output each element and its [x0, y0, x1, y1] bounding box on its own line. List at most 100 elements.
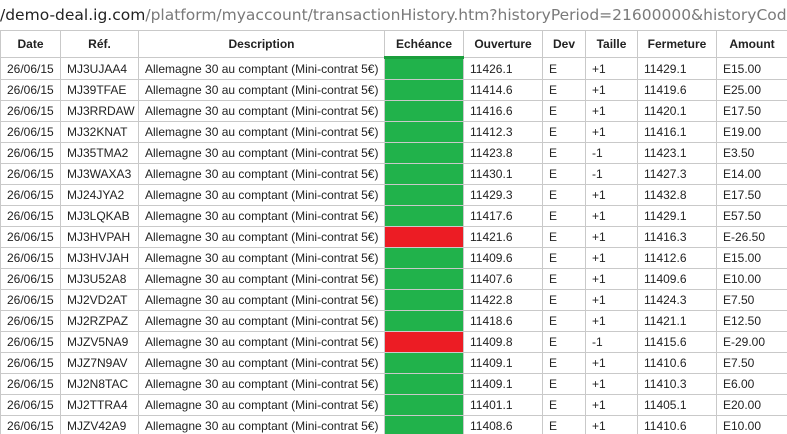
cell-ouverture: 11407.6: [463, 268, 543, 290]
cell-taille: +1: [585, 373, 638, 395]
cell-ouverture: 11408.6: [463, 415, 543, 434]
table-row[interactable]: 26/06/15 MJ2VD2AT Allemagne 30 au comptant…: [0, 289, 787, 311]
cell-fermeture: 11405.1: [637, 394, 717, 416]
cell-description: Allemagne 30 au comptant (Mini-contrat 5…: [138, 79, 385, 101]
cell-ref: MJ2N8TAC: [60, 373, 139, 395]
cell-fermeture: 11415.6: [637, 331, 717, 353]
cell-ref: MJ3U52A8: [60, 268, 139, 290]
cell-amount: E25.00: [716, 79, 787, 101]
cell-echeance-green-swatch: [384, 121, 464, 143]
column-header-taille[interactable]: Taille: [585, 30, 638, 58]
column-header-ref[interactable]: Réf.: [60, 30, 139, 58]
cell-taille: +1: [585, 57, 638, 80]
cell-fermeture: 11423.1: [637, 142, 717, 164]
cell-ouverture: 11426.1: [463, 57, 543, 80]
table-row[interactable]: 26/06/15 MJ2RZPAZ Allemagne 30 au comptant…: [0, 310, 787, 332]
cell-echeance-red-swatch: [384, 226, 464, 248]
cell-fermeture: 11429.1: [637, 205, 717, 227]
cell-amount: E20.00: [716, 394, 787, 416]
cell-dev: E: [542, 184, 586, 206]
cell-taille: +1: [585, 184, 638, 206]
table-row[interactable]: 26/06/15 MJZ7N9AV Allemagne 30 au comptant…: [0, 352, 787, 374]
cell-dev: E: [542, 100, 586, 122]
table-row[interactable]: 26/06/15 MJ2N8TAC Allemagne 30 au comptant…: [0, 373, 787, 395]
cell-echeance-green-swatch: [384, 394, 464, 416]
cell-date: 26/06/15: [0, 79, 61, 101]
cell-amount: E3.50: [716, 142, 787, 164]
cell-ref: MJ35TMA2: [60, 142, 139, 164]
table-row[interactable]: 26/06/15 MJ2TTRA4 Allemagne 30 au comptant…: [0, 394, 787, 416]
cell-fermeture: 11409.6: [637, 268, 717, 290]
cell-fermeture: 11412.6: [637, 247, 717, 269]
cell-dev: E: [542, 373, 586, 395]
cell-description: Allemagne 30 au comptant (Mini-contrat 5…: [138, 352, 385, 374]
table-row[interactable]: 26/06/15 MJ3WAXA3 Allemagne 30 au comptant…: [0, 163, 787, 185]
cell-fermeture: 11421.1: [637, 310, 717, 332]
cell-ouverture: 11416.6: [463, 100, 543, 122]
column-header-echeance[interactable]: Echéance: [384, 30, 464, 59]
cell-date: 26/06/15: [0, 226, 61, 248]
table-row[interactable]: 26/06/15 MJ3U52A8 Allemagne 30 au comptant…: [0, 268, 787, 290]
cell-ref: MJZV5NA9: [60, 331, 139, 353]
cell-echeance-green-swatch: [384, 289, 464, 311]
cell-taille: +1: [585, 79, 638, 101]
cell-fermeture: 11432.8: [637, 184, 717, 206]
column-header-ouverture[interactable]: Ouverture: [463, 30, 543, 58]
cell-description: Allemagne 30 au comptant (Mini-contrat 5…: [138, 163, 385, 185]
cell-taille: +1: [585, 226, 638, 248]
cell-dev: E: [542, 247, 586, 269]
cell-dev: E: [542, 268, 586, 290]
table-row[interactable]: 26/06/15 MJZV5NA9 Allemagne 30 au comptant…: [0, 331, 787, 353]
table-row[interactable]: 26/06/15 MJ3RRDAW Allemagne 30 au comptant…: [0, 100, 787, 122]
cell-date: 26/06/15: [0, 57, 61, 80]
table-row[interactable]: 26/06/15 MJ3LQKAB Allemagne 30 au comptant…: [0, 205, 787, 227]
column-header-description[interactable]: Description: [138, 30, 385, 58]
cell-date: 26/06/15: [0, 373, 61, 395]
cell-ref: MJ3RRDAW: [60, 100, 139, 122]
cell-ref: MJZ7N9AV: [60, 352, 139, 374]
cell-dev: E: [542, 79, 586, 101]
cell-taille: -1: [585, 331, 638, 353]
table-row[interactable]: 26/06/15 MJ24JYA2 Allemagne 30 au comptant…: [0, 184, 787, 206]
cell-ouverture: 11409.6: [463, 247, 543, 269]
cell-echeance-green-swatch: [384, 184, 464, 206]
cell-date: 26/06/15: [0, 415, 61, 434]
cell-taille: -1: [585, 163, 638, 185]
cell-date: 26/06/15: [0, 205, 61, 227]
column-header-fermeture[interactable]: Fermeture: [637, 30, 717, 58]
cell-date: 26/06/15: [0, 163, 61, 185]
table-row[interactable]: 26/06/15 MJ3UJAA4 Allemagne 30 au comptant…: [0, 57, 787, 80]
cell-taille: +1: [585, 352, 638, 374]
cell-amount: E7.50: [716, 289, 787, 311]
cell-description: Allemagne 30 au comptant (Mini-contrat 5…: [138, 268, 385, 290]
cell-description: Allemagne 30 au comptant (Mini-contrat 5…: [138, 57, 385, 80]
table-row[interactable]: 26/06/15 MJ3HVJAH Allemagne 30 au comptant…: [0, 247, 787, 269]
cell-amount: E10.00: [716, 268, 787, 290]
cell-amount: E17.50: [716, 100, 787, 122]
cell-amount: E19.00: [716, 121, 787, 143]
table-row[interactable]: 26/06/15 MJ32KNAT Allemagne 30 au comptant…: [0, 121, 787, 143]
column-header-amount[interactable]: Amount: [716, 30, 787, 58]
cell-description: Allemagne 30 au comptant (Mini-contrat 5…: [138, 184, 385, 206]
cell-fermeture: 11429.1: [637, 57, 717, 80]
column-header-date[interactable]: Date: [0, 30, 61, 58]
cell-description: Allemagne 30 au comptant (Mini-contrat 5…: [138, 121, 385, 143]
cell-date: 26/06/15: [0, 310, 61, 332]
cell-fermeture: 11410.6: [637, 352, 717, 374]
cell-echeance-green-swatch: [384, 142, 464, 164]
cell-ref: MJ24JYA2: [60, 184, 139, 206]
table-row[interactable]: 26/06/15 MJ35TMA2 Allemagne 30 au comptant…: [0, 142, 787, 164]
table-body: 26/06/15 MJ3UJAA4 Allemagne 30 au comptant…: [0, 57, 787, 434]
table-row[interactable]: 26/06/15 MJ39TFAE Allemagne 30 au comptant…: [0, 79, 787, 101]
cell-taille: +1: [585, 394, 638, 416]
address-bar[interactable]: /demo-deal.ig.com/platform/myaccount/tra…: [0, 0, 787, 30]
cell-amount: E57.50: [716, 205, 787, 227]
table-row[interactable]: 26/06/15 MJ3HVPAH Allemagne 30 au comptant…: [0, 226, 787, 248]
column-header-dev[interactable]: Dev: [542, 30, 586, 58]
cell-ouverture: 11430.1: [463, 163, 543, 185]
table-row[interactable]: 26/06/15 MJZV42A9 Allemagne 30 au comptant…: [0, 415, 787, 434]
cell-ref: MJ3UJAA4: [60, 57, 139, 80]
cell-amount: E14.00: [716, 163, 787, 185]
cell-description: Allemagne 30 au comptant (Mini-contrat 5…: [138, 373, 385, 395]
cell-dev: E: [542, 331, 586, 353]
